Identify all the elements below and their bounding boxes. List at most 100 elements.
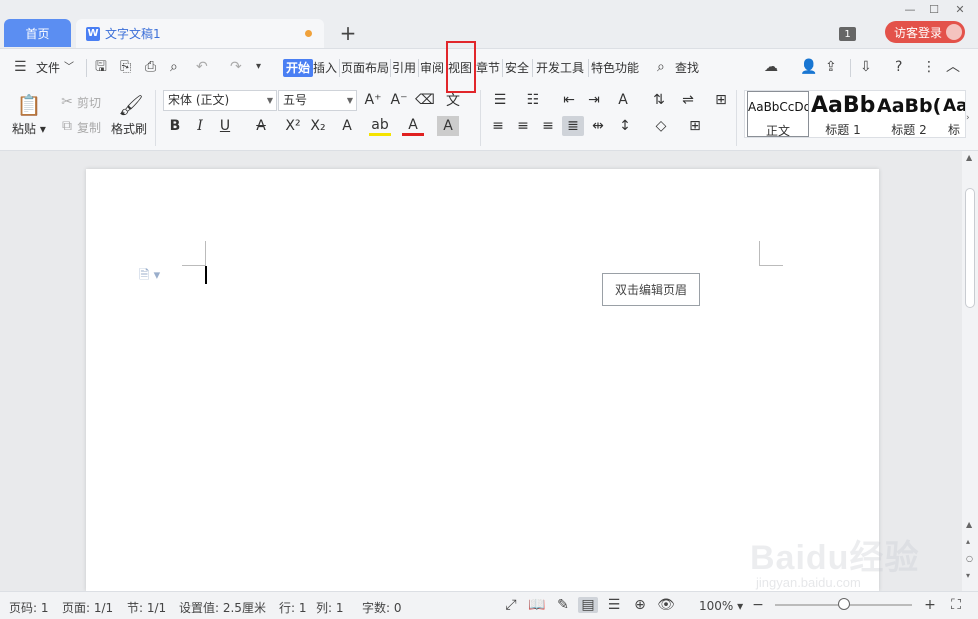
- scroll-up-icon[interactable]: ▲: [966, 153, 972, 162]
- distributed-align-icon[interactable]: ⇹: [587, 116, 609, 136]
- show-marks-icon[interactable]: ⊞: [710, 90, 732, 110]
- line-spacing-icon[interactable]: ↕: [614, 116, 636, 136]
- print-preview-icon[interactable]: ⌕: [170, 59, 178, 75]
- font-color-icon[interactable]: A: [402, 116, 424, 136]
- style-heading-3[interactable]: Aa 标: [943, 91, 965, 137]
- quick-access-more-icon[interactable]: ▾: [256, 59, 261, 75]
- format-painter-button[interactable]: 格式刷: [111, 120, 147, 137]
- scroll-thumb[interactable]: [965, 188, 975, 308]
- zoom-out-icon[interactable]: −: [748, 597, 768, 613]
- scroll-select-object-icon[interactable]: ○: [966, 554, 973, 563]
- hamburger-menu-icon[interactable]: ☰: [14, 59, 27, 75]
- paragraph-layout-icon[interactable]: ⇌: [677, 90, 699, 110]
- paste-button[interactable]: 粘贴 ▾: [12, 120, 46, 137]
- scroll-page-up-icon[interactable]: ▲: [966, 520, 972, 529]
- menu-developer[interactable]: 开发工具: [536, 59, 584, 77]
- share-icon[interactable]: ⇪: [825, 59, 837, 75]
- format-painter-icon[interactable]: 🖌: [118, 92, 144, 118]
- status-column[interactable]: 列: 1: [316, 599, 344, 616]
- cut-icon[interactable]: ✂: [56, 92, 78, 112]
- guest-login-button[interactable]: 访客登录: [885, 21, 965, 43]
- sort-icon[interactable]: ⇅: [648, 90, 670, 110]
- tab-document[interactable]: W 文字文稿1: [76, 19, 324, 48]
- font-name-select[interactable]: 宋体 (正文) ▼: [163, 90, 277, 111]
- scroll-prev-icon[interactable]: ▴: [966, 537, 970, 546]
- export-pdf-icon[interactable]: ⎘: [120, 59, 131, 75]
- scroll-next-icon[interactable]: ▾: [966, 571, 970, 580]
- subscript-icon[interactable]: X₂: [307, 116, 329, 136]
- zoom-level[interactable]: 100% ▾: [699, 599, 743, 613]
- help-icon[interactable]: ?: [895, 59, 902, 75]
- collapse-ribbon-icon[interactable]: ⇩: [860, 59, 872, 75]
- chevron-down-icon[interactable]: ﹀: [64, 60, 74, 76]
- reading-mode-icon[interactable]: 📖: [527, 597, 547, 613]
- style-heading-2[interactable]: AaBb( 标题 2: [877, 91, 941, 137]
- copy-button[interactable]: 复制: [77, 119, 101, 136]
- menu-search[interactable]: 查找: [675, 59, 699, 77]
- phonetic-guide-icon[interactable]: 文: [442, 90, 464, 110]
- menu-special-features[interactable]: 特色功能: [591, 59, 639, 77]
- page-view-icon[interactable]: ▤: [578, 597, 598, 613]
- bold-icon[interactable]: B: [164, 116, 186, 136]
- italic-icon[interactable]: I: [189, 116, 211, 136]
- window-count-badge[interactable]: 1: [839, 27, 856, 41]
- align-left-icon[interactable]: ≡: [487, 116, 509, 136]
- strikethrough-icon[interactable]: A: [250, 116, 272, 136]
- more-options-icon[interactable]: ⋮: [922, 59, 936, 75]
- paste-icon[interactable]: 📋: [16, 92, 42, 118]
- chevron-up-icon[interactable]: ︿: [946, 59, 960, 75]
- header-edit-hint[interactable]: 双击编辑页眉: [602, 273, 700, 306]
- align-center-icon[interactable]: ≡: [512, 116, 534, 136]
- style-heading-1[interactable]: AaBb 标题 1: [811, 91, 875, 137]
- tab-home[interactable]: 首页: [4, 19, 71, 47]
- outline-view-icon[interactable]: ☰: [604, 597, 624, 613]
- menu-review[interactable]: 审阅: [420, 59, 444, 77]
- status-setting-value[interactable]: 设置值: 2.5厘米: [179, 599, 266, 616]
- menu-start[interactable]: 开始: [283, 59, 314, 77]
- menu-chapter[interactable]: 章节: [476, 59, 500, 77]
- write-mode-icon[interactable]: ✎: [553, 597, 573, 613]
- clear-format-icon[interactable]: ⌫: [414, 90, 436, 110]
- zoom-slider-knob[interactable]: [838, 598, 850, 610]
- maximize-icon[interactable]: ☐: [927, 2, 941, 16]
- web-layout-icon[interactable]: ⊕: [630, 597, 650, 613]
- text-direction-icon[interactable]: A: [612, 90, 634, 110]
- text-effect-icon[interactable]: A: [336, 116, 358, 136]
- decrease-indent-icon[interactable]: ⇤: [558, 90, 580, 110]
- menu-page-layout[interactable]: 页面布局: [341, 59, 389, 77]
- justify-icon[interactable]: ≣: [562, 116, 584, 136]
- menu-file[interactable]: 文件: [36, 59, 60, 77]
- eye-protection-icon[interactable]: 👁: [656, 597, 676, 613]
- status-section[interactable]: 节: 1/1: [127, 599, 166, 616]
- share-user-icon[interactable]: 👤: [800, 59, 817, 75]
- underline-icon[interactable]: U: [214, 116, 236, 136]
- increase-font-icon[interactable]: A⁺: [362, 90, 384, 110]
- undo-icon[interactable]: ↶: [196, 59, 208, 75]
- menu-references[interactable]: 引用: [392, 59, 416, 77]
- print-icon[interactable]: ⎙: [145, 59, 156, 75]
- menu-security[interactable]: 安全: [505, 59, 529, 77]
- menu-insert[interactable]: 插入: [313, 59, 337, 77]
- cloud-icon[interactable]: ☁: [764, 59, 778, 75]
- styles-more-icon[interactable]: ›: [966, 110, 970, 126]
- search-icon[interactable]: ⌕: [657, 59, 665, 75]
- fit-page-icon[interactable]: ⛶: [946, 597, 966, 613]
- save-icon[interactable]: 🖫: [95, 59, 107, 75]
- status-row[interactable]: 行: 1: [279, 599, 307, 616]
- font-size-select[interactable]: 五号 ▼: [278, 90, 357, 111]
- paragraph-shading-icon[interactable]: ◇: [650, 116, 672, 136]
- fullscreen-icon[interactable]: ⤢: [501, 597, 521, 613]
- copy-icon[interactable]: ⧉: [56, 116, 78, 136]
- status-word-count[interactable]: 字数: 0: [362, 599, 402, 616]
- close-icon[interactable]: ✕: [953, 2, 967, 16]
- status-pages[interactable]: 页面: 1/1: [62, 599, 113, 616]
- bullet-list-icon[interactable]: ☰: [489, 90, 511, 110]
- redo-icon[interactable]: ↷: [230, 59, 242, 75]
- superscript-icon[interactable]: X²: [282, 116, 304, 136]
- new-tab-button[interactable]: +: [336, 21, 360, 45]
- minimize-icon[interactable]: —: [903, 2, 917, 16]
- highlight-icon[interactable]: ab: [369, 116, 391, 136]
- align-right-icon[interactable]: ≡: [537, 116, 559, 136]
- character-shading-icon[interactable]: A: [437, 116, 459, 136]
- zoom-in-icon[interactable]: +: [920, 597, 940, 613]
